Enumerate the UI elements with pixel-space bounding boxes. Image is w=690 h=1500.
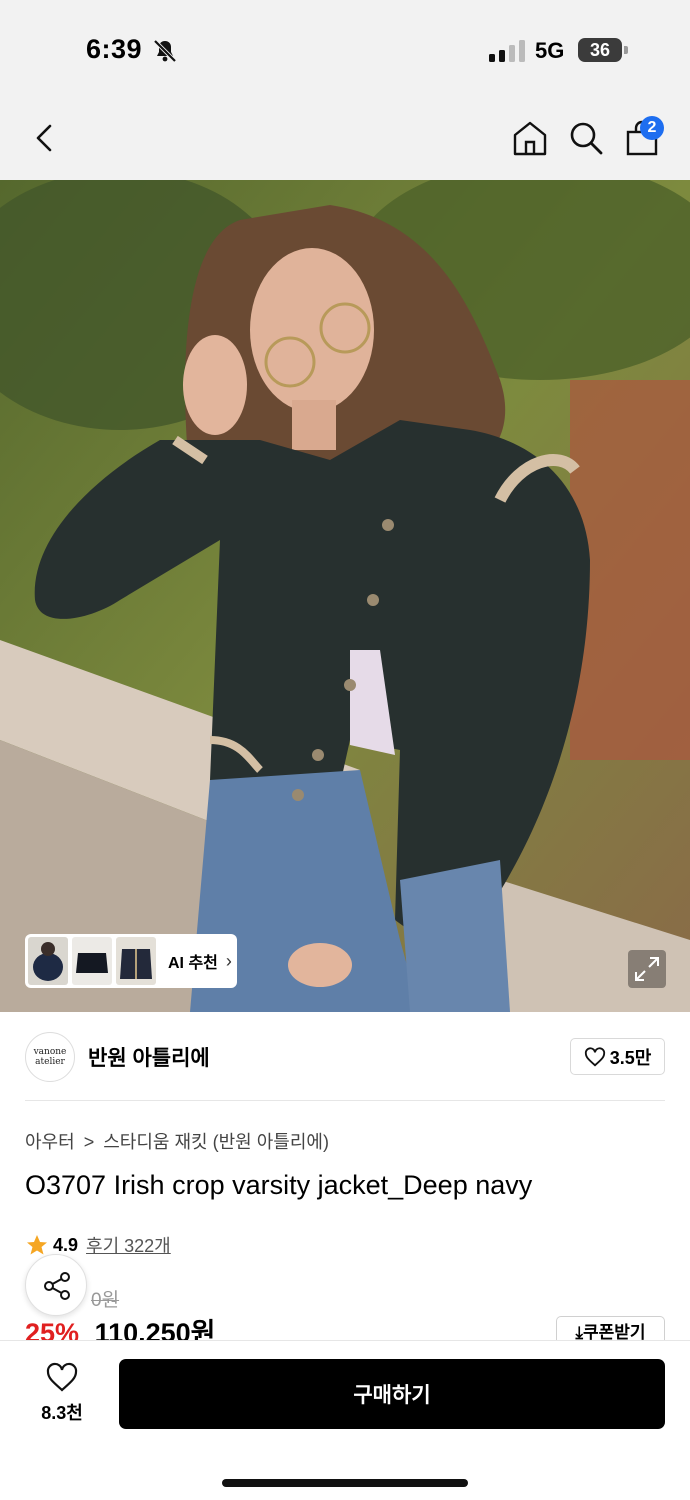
battery-level: 36: [578, 38, 622, 62]
battery-icon: 36: [578, 38, 628, 62]
brand-name[interactable]: 반원 아틀리에: [88, 1042, 210, 1072]
home-indicator: [222, 1479, 468, 1487]
sale-price: 110,250원: [94, 1318, 216, 1340]
bell-slash-icon: [153, 39, 177, 63]
brand-row: vanone atelier 반원 아틀리에 3.5만: [0, 1012, 690, 1100]
product-image[interactable]: [0, 180, 690, 1012]
recommend-thumbnail: [28, 937, 68, 985]
discount-rate: 25%: [25, 1318, 80, 1340]
coupon-button[interactable]: ⤓쿠폰받기: [556, 1316, 665, 1340]
status-time: 6:39: [86, 34, 143, 64]
coupon-label: 쿠폰받기: [582, 1323, 646, 1340]
product-title: O3707 Irish crop varsity jacket_Deep nav…: [25, 1170, 533, 1200]
product-photo: [0, 180, 690, 1012]
ai-recommend-label: AI 추천: [168, 955, 218, 972]
download-icon: ⤓: [575, 1323, 583, 1340]
recommend-thumbnail: [72, 937, 112, 985]
chevron-right-icon: >: [83, 1132, 95, 1152]
network-type: 5G: [535, 38, 565, 63]
search-icon[interactable]: [566, 118, 606, 158]
ai-recommend-button[interactable]: AI 추천 ›: [25, 934, 237, 988]
divider: [25, 1100, 665, 1101]
cart-badge: 2: [640, 116, 664, 140]
share-icon: [44, 1272, 70, 1300]
status-bar: 6:39 5G 36: [0, 0, 690, 100]
recommend-thumbnail: [116, 937, 156, 985]
back-icon[interactable]: [26, 118, 66, 158]
wishlist-button[interactable]: 8.3천: [30, 1361, 94, 1427]
review-count-link[interactable]: 후기 322개: [86, 1232, 171, 1258]
brand-logo[interactable]: vanone atelier: [25, 1032, 75, 1082]
share-button[interactable]: [25, 1254, 87, 1316]
bottom-action-bar: 8.3천 구매하기: [0, 1340, 690, 1500]
top-nav-bar: [0, 100, 690, 180]
brand-like-count: 3.5만: [609, 1047, 652, 1068]
breadcrumb-subcategory[interactable]: 스타디움 재킷 (반원 아틀리에): [103, 1132, 329, 1152]
rating-value: 4.9: [53, 1234, 79, 1255]
heart-icon: [584, 1046, 605, 1066]
breadcrumb: 아우터 > 스타디움 재킷 (반원 아틀리에): [25, 1128, 333, 1154]
star-icon: [27, 1235, 47, 1255]
breadcrumb-category[interactable]: 아우터: [25, 1132, 75, 1152]
chevron-right-icon: ›: [225, 950, 232, 971]
expand-icon[interactable]: [628, 950, 666, 988]
brand-like-button[interactable]: 3.5만: [570, 1038, 665, 1075]
signal-icon: [489, 40, 525, 62]
heart-icon: [46, 1362, 78, 1392]
buy-button[interactable]: 구매하기: [119, 1359, 665, 1429]
home-icon[interactable]: [510, 118, 550, 158]
price-row: 25% 110,250원: [25, 1316, 216, 1340]
wishlist-count: 8.3천: [41, 1403, 83, 1423]
